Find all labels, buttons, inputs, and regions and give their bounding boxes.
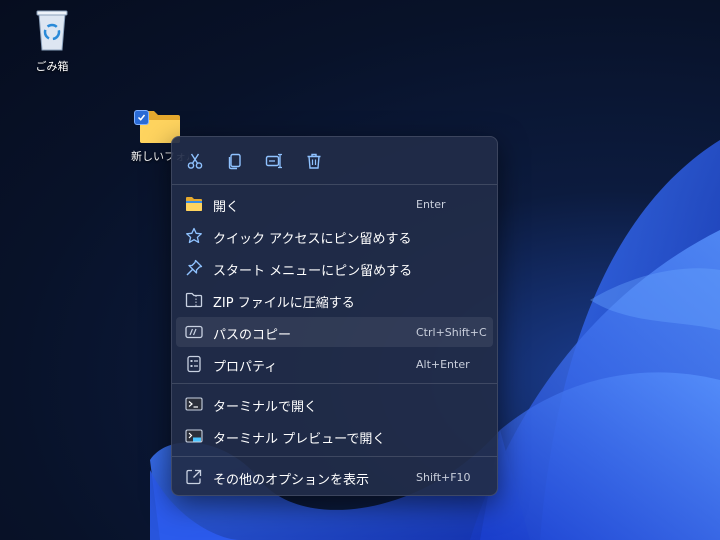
menu-item-label: ターミナルで開く — [213, 400, 318, 415]
folder-open-icon — [186, 197, 202, 211]
check-icon — [137, 114, 146, 121]
menu-divider — [172, 383, 497, 384]
menu-divider — [172, 184, 497, 185]
menu-item-label: スタート メニューにピン留めする — [213, 264, 413, 279]
menu-item-label: プロパティ — [213, 360, 278, 375]
delete-button[interactable] — [299, 146, 329, 176]
menu-item-label: 開く — [213, 200, 240, 215]
menu-item-properties[interactable]: プロパティ Alt+Enter — [176, 349, 493, 379]
menu-item-compress-zip[interactable]: ZIP ファイルに圧縮する — [176, 285, 493, 315]
menu-item-open[interactable]: 開く Enter — [176, 189, 493, 219]
star-icon — [186, 227, 202, 244]
menu-divider — [172, 456, 497, 457]
copy-button[interactable] — [220, 146, 250, 176]
menu-item-copy-path[interactable]: パスのコピー Ctrl+Shift+C — [176, 317, 493, 347]
selection-checkbox[interactable] — [134, 110, 149, 125]
rename-icon — [265, 153, 282, 169]
rename-button[interactable] — [259, 146, 289, 176]
desktop: ごみ箱 新しいフォル — [0, 0, 720, 540]
context-menu: 開く Enter クイック アクセスにピン留めする スタート メニューにピン留め… — [171, 136, 498, 496]
menu-item-shortcut: Alt+Enter — [416, 358, 470, 371]
menu-item-label: ZIP ファイルに圧縮する — [213, 296, 355, 311]
pin-icon — [186, 259, 203, 276]
menu-item-label: パスのコピー — [213, 328, 292, 343]
more-options-icon — [186, 469, 202, 485]
properties-icon — [187, 355, 201, 373]
quick-action-bar — [172, 137, 497, 184]
menu-item-open-terminal-preview[interactable]: ターミナル プレビューで開く — [176, 421, 493, 451]
recycle-bin[interactable]: ごみ箱 — [24, 8, 80, 74]
menu-item-show-more-options[interactable]: その他のオプションを表示 Shift+F10 — [176, 462, 493, 492]
menu-item-shortcut: Ctrl+Shift+C — [416, 326, 487, 339]
menu-item-pin-start[interactable]: スタート メニューにピン留めする — [176, 253, 493, 283]
terminal-icon — [185, 397, 203, 411]
recycle-bin-label: ごみ箱 — [35, 60, 69, 73]
copy-icon — [228, 153, 241, 170]
cut-button[interactable] — [180, 146, 210, 176]
recycle-bin-icon — [36, 10, 68, 51]
menu-item-shortcut: Enter — [416, 198, 446, 211]
menu-item-open-terminal[interactable]: ターミナルで開く — [176, 389, 493, 419]
copy-path-icon — [185, 325, 203, 339]
terminal-preview-icon — [185, 429, 203, 443]
delete-icon — [307, 153, 321, 169]
menu-item-label: その他のオプションを表示 — [213, 473, 370, 488]
menu-item-pin-quick-access[interactable]: クイック アクセスにピン留めする — [176, 221, 493, 251]
cut-icon — [187, 153, 203, 169]
menu-item-shortcut: Shift+F10 — [416, 471, 471, 484]
menu-item-label: ターミナル プレビューで開く — [213, 432, 386, 447]
zip-folder-icon — [185, 292, 203, 308]
menu-item-label: クイック アクセスにピン留めする — [213, 232, 412, 247]
